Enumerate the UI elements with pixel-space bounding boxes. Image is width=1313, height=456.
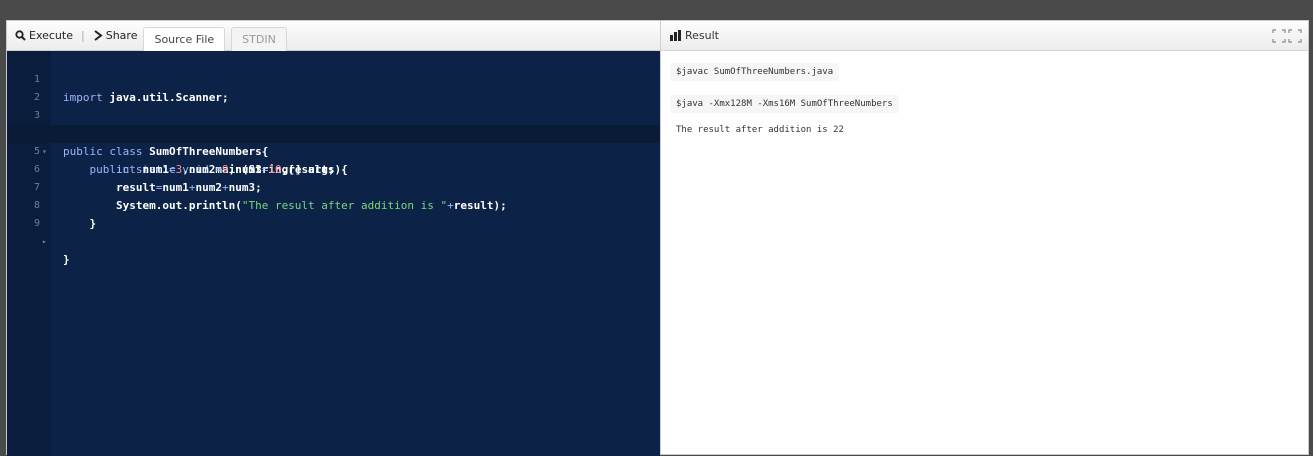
code-editor[interactable]: 1 import java.util.Scanner; 2 3 ▾ public…: [7, 51, 660, 456]
code-line-active: 5 int num1=3,num2=9,num3=10,result;: [7, 125, 660, 176]
compile-command: $javac SumOfThreeNumbers.java: [670, 63, 840, 81]
ide-window: Execute | Share Source File STDIN 1 impo…: [6, 20, 1309, 456]
result-title: Result: [685, 29, 719, 42]
code-text: }: [89, 217, 97, 230]
share-button[interactable]: Share: [93, 29, 138, 42]
editor-pane: Execute | Share Source File STDIN 1 impo…: [7, 21, 660, 456]
result-pane: Result $javac SumOfThreeNumbers.java $ja…: [660, 21, 1308, 454]
share-arrow-icon: [94, 30, 103, 41]
program-output: The result after addition is 22: [676, 125, 844, 135]
code-line: 9 ▸ }: [7, 197, 660, 266]
code-line: 1 import java.util.Scanner;: [7, 53, 660, 104]
code-line: 4 ▾ public static void main(String[] arg…: [7, 107, 660, 176]
code-line: 2: [7, 71, 660, 103]
expand-icon: [1272, 29, 1302, 43]
fold-arrow-icon[interactable]: ▸: [42, 233, 47, 251]
fullscreen-icon[interactable]: [1272, 28, 1302, 44]
search-icon: [15, 30, 26, 41]
share-label: Share: [105, 29, 138, 42]
result-header: Result: [661, 21, 1308, 51]
toolbar-divider: |: [81, 29, 85, 42]
tab-source-file-label: Source File: [154, 33, 215, 46]
code-text: }: [63, 253, 70, 266]
code-line: 3 ▾ public class SumOfThreeNumbers{: [7, 89, 660, 158]
execute-button[interactable]: Execute: [15, 29, 73, 42]
tab-stdin[interactable]: STDIN: [231, 27, 287, 51]
code-line: 8 }: [7, 179, 660, 230]
bar-chart-icon: [670, 30, 681, 41]
editor-toolbar: Execute | Share Source File STDIN: [7, 21, 660, 51]
code-line: 7 System.out.println("The result after a…: [7, 161, 660, 212]
run-command: $java -Xmx128M -Xms16M SumOfThreeNumbers: [670, 95, 899, 113]
tab-source-file[interactable]: Source File: [143, 27, 226, 51]
execute-label: Execute: [29, 29, 73, 42]
tab-stdin-label: STDIN: [242, 33, 276, 46]
line-number: 9: [33, 218, 40, 229]
code-line: 6 result=num1+num2+num3;: [7, 143, 660, 194]
